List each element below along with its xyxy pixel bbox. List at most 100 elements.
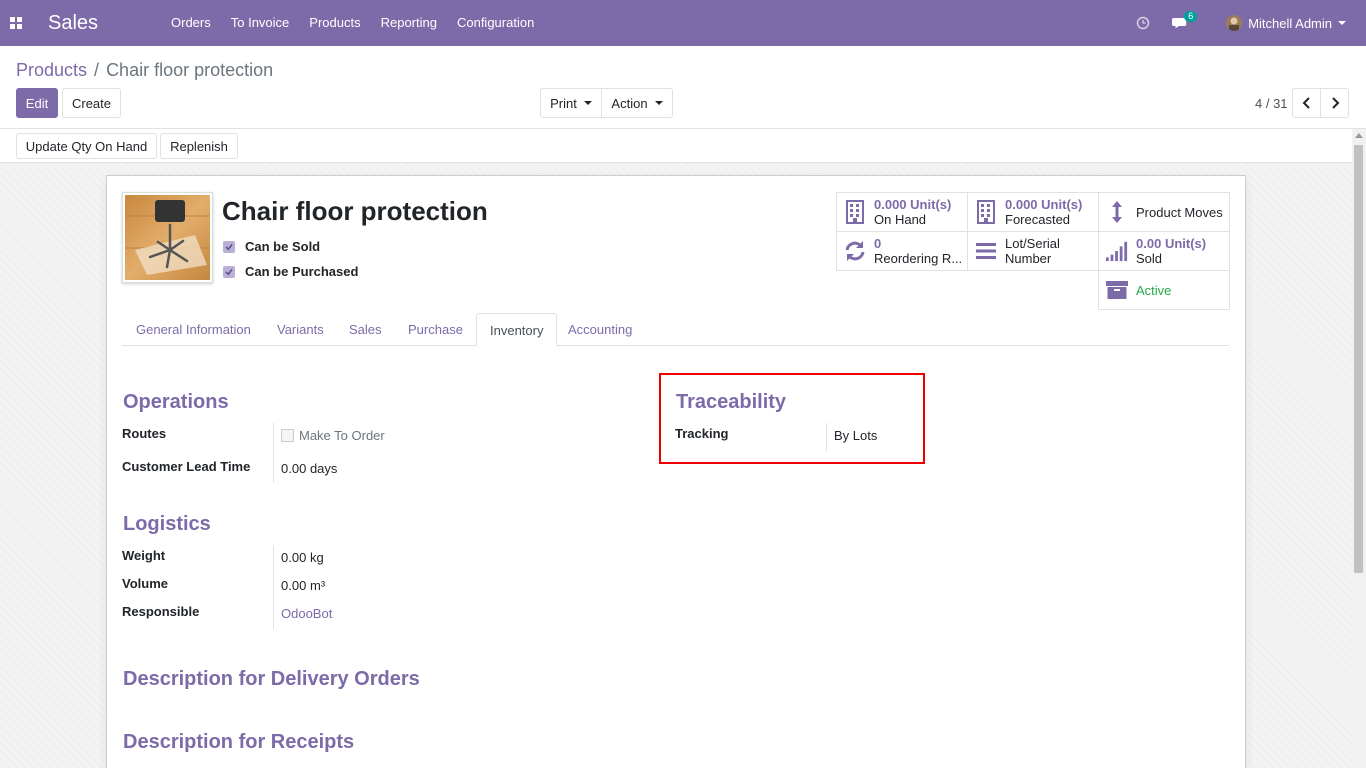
print-label: Print	[550, 95, 577, 111]
receipts-description-title: Description for Receipts	[123, 731, 355, 753]
avatar[interactable]	[1226, 15, 1243, 31]
weight-label: Weight	[122, 548, 166, 563]
action-label: Action	[611, 95, 648, 111]
pager-next-button[interactable]	[1320, 88, 1349, 118]
weight-value: 0.00	[281, 550, 307, 565]
signal-bars-icon	[1106, 239, 1128, 263]
weight-unit: kg	[309, 550, 324, 565]
weight-field[interactable]: 0.00 kg	[281, 550, 324, 565]
customer-lead-time-label: Customer Lead Time	[122, 459, 251, 474]
breadcrumb-separator: /	[94, 60, 100, 80]
active-label: Active	[1136, 282, 1172, 298]
lot-serial-label-line2: Number	[1005, 251, 1052, 266]
forecasted-unit: Unit(s)	[1041, 197, 1083, 212]
checkbox-checked-icon[interactable]	[223, 240, 235, 253]
menu-reporting[interactable]: Reporting	[371, 0, 447, 46]
field-divider	[273, 545, 274, 629]
customer-lead-time-field[interactable]: 0.00 days	[281, 461, 337, 476]
lead-time-value: 0.00	[281, 461, 307, 476]
action-dropdown[interactable]: Action	[601, 88, 673, 118]
tab-purchase[interactable]: Purchase	[395, 313, 476, 346]
replenish-button[interactable]: Replenish	[160, 133, 238, 159]
operations-title: Operations	[123, 391, 229, 413]
responsible-link[interactable]: OdooBot	[281, 606, 332, 621]
can-be-purchased-label: Can be Purchased	[245, 264, 359, 279]
lot-serial-button[interactable]: Lot/Serial Number	[967, 231, 1099, 271]
tab-variants[interactable]: Variants	[264, 313, 337, 346]
menu-orders[interactable]: Orders	[161, 0, 221, 46]
chevron-right-icon	[1331, 97, 1339, 109]
reordering-label: Reordering R...	[874, 251, 963, 266]
forecasted-button[interactable]: 0.000 Unit(s) Forecasted	[967, 192, 1099, 232]
tab-inventory[interactable]: Inventory	[476, 313, 558, 346]
forecasted-value: 0.000	[1005, 197, 1038, 212]
arrows-vertical-icon	[1106, 200, 1128, 224]
app-name[interactable]: Sales	[48, 12, 143, 35]
reordering-value: 0	[874, 236, 882, 251]
can-be-sold-label: Can be Sold	[245, 239, 321, 254]
on-hand-label: On Hand	[874, 212, 927, 227]
user-name[interactable]: Mitchell Admin	[1248, 16, 1332, 31]
clock-icon[interactable]	[1136, 16, 1150, 30]
building-icon	[844, 200, 866, 224]
chevron-down-icon[interactable]	[1338, 21, 1346, 25]
sold-label: Sold	[1136, 251, 1163, 266]
form-statusbar: Update Qty On Hand Replenish	[0, 129, 1352, 163]
list-icon	[975, 239, 997, 263]
building-icon	[975, 200, 997, 224]
checkbox-checked-icon[interactable]	[223, 265, 235, 278]
edit-button[interactable]: Edit	[16, 88, 58, 118]
create-button[interactable]: Create	[62, 88, 121, 118]
sold-button[interactable]: 0.00 Unit(s) Sold	[1098, 231, 1230, 271]
print-dropdown[interactable]: Print	[540, 88, 602, 118]
product-moves-button[interactable]: Product Moves	[1098, 192, 1230, 232]
delivery-description-title: Description for Delivery Orders	[123, 668, 420, 690]
breadcrumb-current: Chair floor protection	[106, 60, 274, 80]
routes-label: Routes	[122, 426, 167, 441]
can-be-sold-checkbox[interactable]: Can be Sold	[223, 239, 320, 254]
menu-to-invoice[interactable]: To Invoice	[221, 0, 300, 46]
reordering-rules-button[interactable]: 0 Reordering R...	[836, 231, 968, 271]
tab-general-information[interactable]: General Information	[123, 313, 264, 346]
volume-label: Volume	[122, 576, 168, 591]
can-be-purchased-checkbox[interactable]: Can be Purchased	[223, 264, 358, 279]
breadcrumb: Products / Chair floor protection	[16, 60, 273, 81]
on-hand-button[interactable]: 0.000 Unit(s) On Hand	[836, 192, 968, 232]
product-image[interactable]	[122, 192, 213, 283]
sold-unit: Unit(s)	[1164, 236, 1207, 251]
top-navbar: Sales Orders To Invoice Products Reporti…	[0, 0, 1366, 46]
product-moves-label: Product Moves	[1136, 204, 1223, 220]
product-name[interactable]: Chair floor protection	[222, 196, 488, 227]
tab-sales[interactable]: Sales	[336, 313, 395, 346]
lot-serial-label-line1: Lot/Serial	[1005, 236, 1060, 251]
scrollbar-thumb[interactable]	[1354, 145, 1363, 573]
apps-grid-icon[interactable]	[0, 0, 32, 46]
menu-products[interactable]: Products	[299, 0, 370, 46]
pager-value[interactable]: 4 / 31	[1255, 96, 1288, 111]
update-qty-button[interactable]: Update Qty On Hand	[16, 133, 157, 159]
forecasted-label: Forecasted	[1005, 212, 1071, 227]
active-toggle-button[interactable]: Active	[1098, 270, 1230, 310]
refresh-icon	[844, 239, 866, 263]
caret-down-icon	[654, 101, 663, 105]
navbar-systray: 6 Mitchell Admin	[1136, 0, 1366, 46]
archive-icon	[1106, 278, 1128, 302]
lead-time-unit: days	[309, 461, 338, 476]
make-to-order-checkbox[interactable]: Make To Order	[281, 428, 385, 443]
make-to-order-label: Make To Order	[299, 428, 385, 443]
scroll-up-arrow-icon[interactable]	[1355, 133, 1363, 138]
tab-accounting[interactable]: Accounting	[555, 313, 645, 346]
chat-icon[interactable]: 6	[1172, 11, 1198, 30]
main-menu: Orders To Invoice Products Reporting Con…	[161, 0, 544, 46]
scrollbar[interactable]	[1352, 129, 1366, 768]
control-panel: Products / Chair floor protection Edit C…	[0, 46, 1366, 129]
pager-previous-button[interactable]	[1292, 88, 1321, 118]
caret-down-icon	[583, 101, 592, 105]
checkbox-unchecked-icon[interactable]	[281, 429, 294, 442]
breadcrumb-products[interactable]: Products	[16, 60, 87, 81]
menu-configuration[interactable]: Configuration	[447, 0, 544, 46]
volume-unit: m³	[309, 578, 326, 593]
on-hand-value: 0.000	[874, 197, 907, 212]
chat-count-badge: 6	[1184, 11, 1198, 22]
volume-field[interactable]: 0.00 m³	[281, 578, 325, 593]
